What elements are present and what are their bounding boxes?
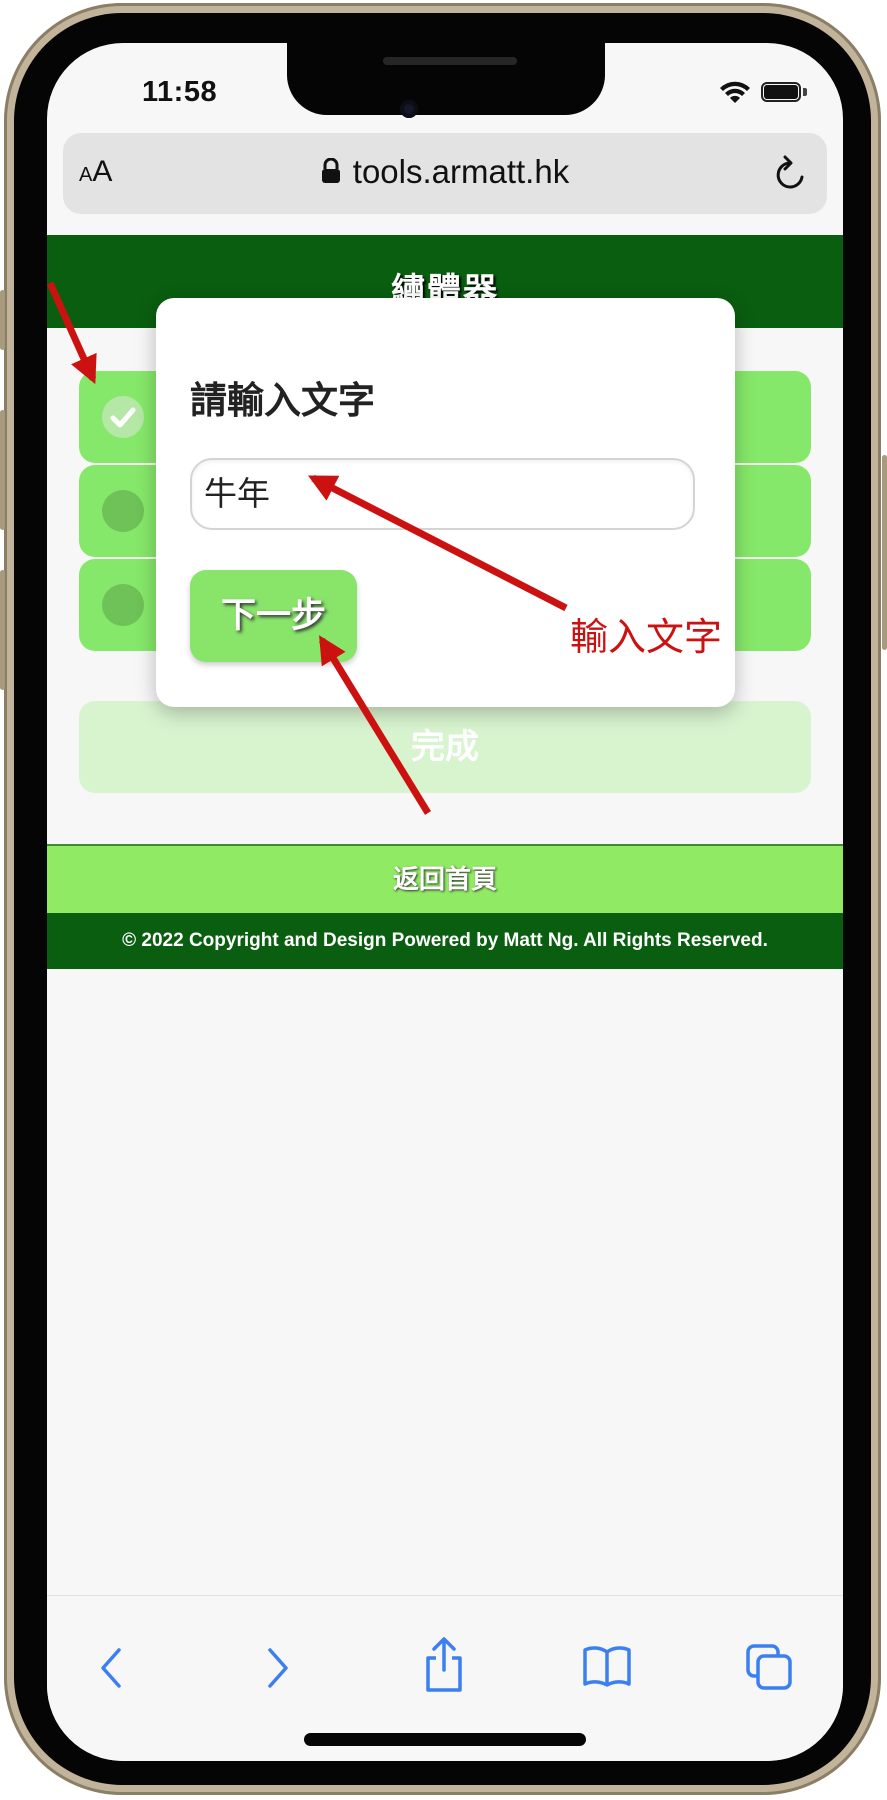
- forward-icon[interactable]: [262, 1646, 292, 1690]
- bookmarks-icon[interactable]: [582, 1644, 632, 1688]
- annotation-arrows: [47, 281, 568, 815]
- power-button: [882, 455, 887, 650]
- annotation-label: 輸入文字: [570, 617, 723, 659]
- arrow-to-next: [319, 635, 431, 815]
- arrow-to-input: [308, 474, 568, 612]
- arrow-to-check: [47, 281, 97, 385]
- volume-up-button: [0, 410, 5, 530]
- volume-down-button: [0, 570, 5, 690]
- share-icon[interactable]: [422, 1636, 466, 1694]
- mute-switch: [0, 290, 5, 350]
- home-indicator: [304, 1733, 586, 1746]
- back-icon[interactable]: [97, 1646, 127, 1690]
- phone-screen: 11:58 AA tools.armatt.hk 繡體器 完成 返回首頁 © 2…: [47, 43, 843, 1761]
- tabs-icon[interactable]: [744, 1642, 794, 1692]
